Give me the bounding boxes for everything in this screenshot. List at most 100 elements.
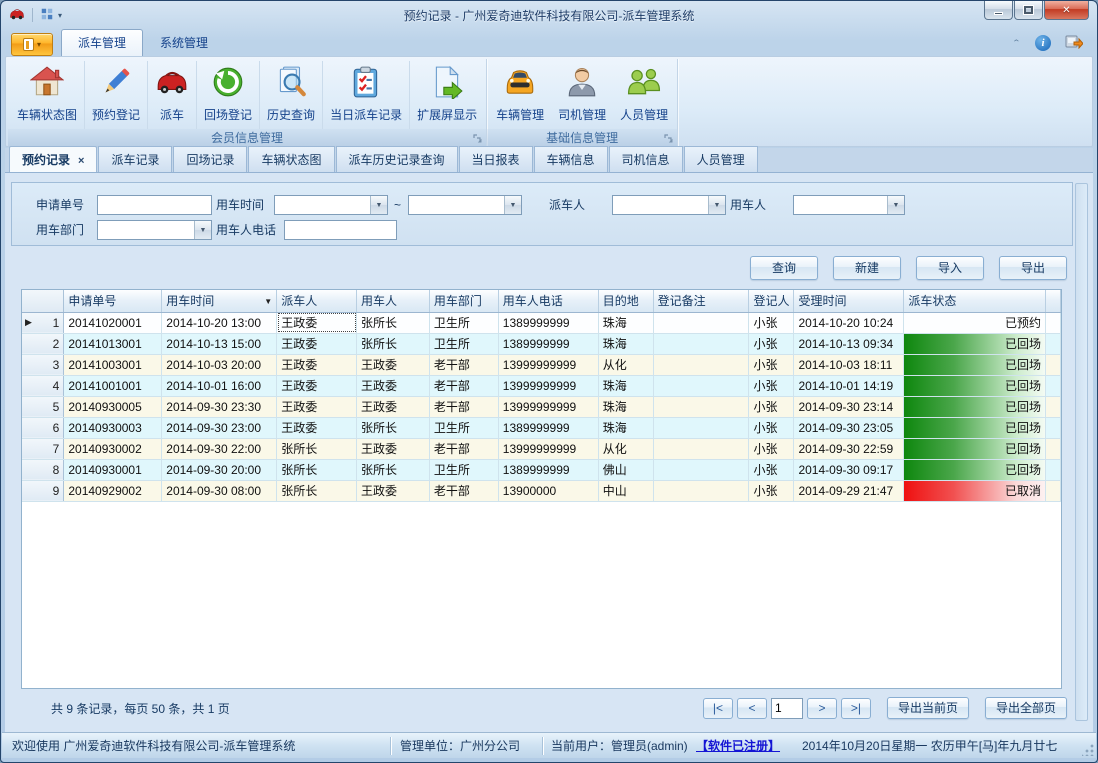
- cell[interactable]: 2014-10-03 18:11: [794, 354, 904, 375]
- document-tab-1[interactable]: 派车记录: [98, 146, 172, 172]
- table-row[interactable]: 3201410030012014-10-03 20:00王政委王政委老干部139…: [22, 354, 1061, 375]
- cell[interactable]: 张所长: [357, 459, 430, 480]
- cell[interactable]: 20140929002: [64, 480, 162, 501]
- cell[interactable]: 2014-09-30 22:59: [794, 438, 904, 459]
- dispatch-status-cell[interactable]: 已回场: [904, 438, 1046, 459]
- dispatch-status-cell[interactable]: 已回场: [904, 459, 1046, 480]
- cell[interactable]: 张所长: [357, 312, 430, 333]
- car-user-combobox[interactable]: ▼: [793, 195, 905, 215]
- dispatch-status-cell[interactable]: 已回场: [904, 354, 1046, 375]
- cell[interactable]: 2014-10-13 09:34: [794, 333, 904, 354]
- export-all-pages-button[interactable]: 导出全部页: [985, 697, 1067, 719]
- customize-toolbar-icon[interactable]: [40, 7, 54, 24]
- ribbon-button-pencil[interactable]: 预约登记: [85, 61, 148, 129]
- cell[interactable]: 卫生所: [429, 333, 498, 354]
- dispatch-status-cell[interactable]: 已回场: [904, 396, 1046, 417]
- next-page-button[interactable]: >: [807, 698, 837, 719]
- cell[interactable]: 老干部: [429, 396, 498, 417]
- cell[interactable]: 老干部: [429, 480, 498, 501]
- document-tab-0[interactable]: 预约记录×: [9, 146, 97, 172]
- column-header-10[interactable]: 派车状态: [904, 290, 1046, 312]
- dispatch-status-cell[interactable]: 已回场: [904, 333, 1046, 354]
- column-header-7[interactable]: 登记备注: [653, 290, 749, 312]
- cell[interactable]: 2014-10-20 10:24: [794, 312, 904, 333]
- column-header-1[interactable]: 用车时间▼: [162, 290, 277, 312]
- cell[interactable]: 王政委: [357, 396, 430, 417]
- import-button[interactable]: 导入: [916, 256, 984, 280]
- cell[interactable]: 2014-10-13 15:00: [162, 333, 277, 354]
- cell[interactable]: 王政委: [357, 375, 430, 396]
- dispatcher-combobox[interactable]: ▼: [612, 195, 726, 215]
- cell[interactable]: 2014-09-30 23:14: [794, 396, 904, 417]
- cell[interactable]: 珠海: [598, 312, 653, 333]
- cell[interactable]: 佛山: [598, 459, 653, 480]
- cell[interactable]: 中山: [598, 480, 653, 501]
- cell[interactable]: 王政委: [277, 333, 357, 354]
- cell[interactable]: 小张: [749, 438, 794, 459]
- cell[interactable]: 2014-10-01 14:19: [794, 375, 904, 396]
- dialog-launcher-icon[interactable]: [663, 133, 674, 144]
- cell[interactable]: 小张: [749, 417, 794, 438]
- document-tab-7[interactable]: 司机信息: [609, 146, 683, 172]
- cell[interactable]: 2014-09-30 22:00: [162, 438, 277, 459]
- column-header-5[interactable]: 用车人电话: [498, 290, 598, 312]
- cell[interactable]: 2014-10-01 16:00: [162, 375, 277, 396]
- cell[interactable]: 王政委: [277, 396, 357, 417]
- cell[interactable]: 卫生所: [429, 417, 498, 438]
- cell[interactable]: 2014-09-30 23:30: [162, 396, 277, 417]
- cell[interactable]: [653, 459, 749, 480]
- dispatch-status-cell[interactable]: 已取消: [904, 480, 1046, 501]
- cell[interactable]: 从化: [598, 354, 653, 375]
- cell[interactable]: 2014-09-29 21:47: [794, 480, 904, 501]
- ribbon-tab-dispatch[interactable]: 派车管理: [61, 29, 143, 56]
- cell[interactable]: [653, 375, 749, 396]
- cell[interactable]: [653, 396, 749, 417]
- cell[interactable]: 2014-09-30 08:00: [162, 480, 277, 501]
- page-scrollbar[interactable]: [1075, 183, 1088, 721]
- dept-combobox[interactable]: ▼: [97, 220, 212, 240]
- dispatch-status-cell[interactable]: 已回场: [904, 417, 1046, 438]
- cell[interactable]: 老干部: [429, 375, 498, 396]
- cell[interactable]: 2014-09-30 23:00: [162, 417, 277, 438]
- document-tab-6[interactable]: 车辆信息: [534, 146, 608, 172]
- toolbar-dropdown-icon[interactable]: ▾: [58, 11, 62, 20]
- cell[interactable]: 王政委: [357, 480, 430, 501]
- cell[interactable]: 张所长: [277, 480, 357, 501]
- cell[interactable]: 从化: [598, 438, 653, 459]
- cell[interactable]: 2014-10-20 13:00: [162, 312, 277, 333]
- cell[interactable]: 珠海: [598, 417, 653, 438]
- cell[interactable]: 珠海: [598, 396, 653, 417]
- ribbon-button-today-record[interactable]: 当日派车记录: [323, 61, 410, 129]
- dispatch-status-cell[interactable]: 已回场: [904, 375, 1046, 396]
- cell[interactable]: 张所长: [277, 438, 357, 459]
- ribbon-button-home[interactable]: 车辆状态图: [10, 61, 85, 129]
- dispatch-status-cell[interactable]: 已预约: [904, 312, 1046, 333]
- table-row[interactable]: 8201409300012014-09-30 20:00张所长张所长卫生所138…: [22, 459, 1061, 480]
- cell[interactable]: 卫生所: [429, 459, 498, 480]
- page-number-input[interactable]: [771, 698, 803, 719]
- cell[interactable]: 13999999999: [498, 438, 598, 459]
- minimize-button[interactable]: [984, 1, 1013, 20]
- chevron-down-icon[interactable]: ▼: [504, 196, 521, 214]
- ribbon-button-dispatch-car[interactable]: 派车: [148, 61, 197, 129]
- dialog-launcher-icon[interactable]: [472, 133, 483, 144]
- phone-input[interactable]: [284, 220, 397, 240]
- cell[interactable]: 20140930003: [64, 417, 162, 438]
- cell[interactable]: [653, 354, 749, 375]
- table-row[interactable]: 9201409290022014-09-30 08:00张所长王政委老干部139…: [22, 480, 1061, 501]
- info-icon[interactable]: i: [1035, 35, 1051, 51]
- collapse-ribbon-icon[interactable]: ⌃: [1012, 38, 1021, 47]
- cell[interactable]: [653, 480, 749, 501]
- column-header-4[interactable]: 用车部门: [429, 290, 498, 312]
- cell[interactable]: 1389999999: [498, 312, 598, 333]
- ribbon-button-history-search[interactable]: 历史查询: [260, 61, 323, 129]
- chevron-down-icon[interactable]: ▼: [370, 196, 387, 214]
- cell[interactable]: 老干部: [429, 354, 498, 375]
- column-header-8[interactable]: 登记人: [749, 290, 794, 312]
- export-current-page-button[interactable]: 导出当前页: [887, 697, 969, 719]
- cell[interactable]: 2014-09-30 09:17: [794, 459, 904, 480]
- cell[interactable]: 王政委: [357, 438, 430, 459]
- table-row[interactable]: 5201409300052014-09-30 23:30王政委王政委老干部139…: [22, 396, 1061, 417]
- first-page-button[interactable]: |<: [703, 698, 733, 719]
- cell[interactable]: 小张: [749, 354, 794, 375]
